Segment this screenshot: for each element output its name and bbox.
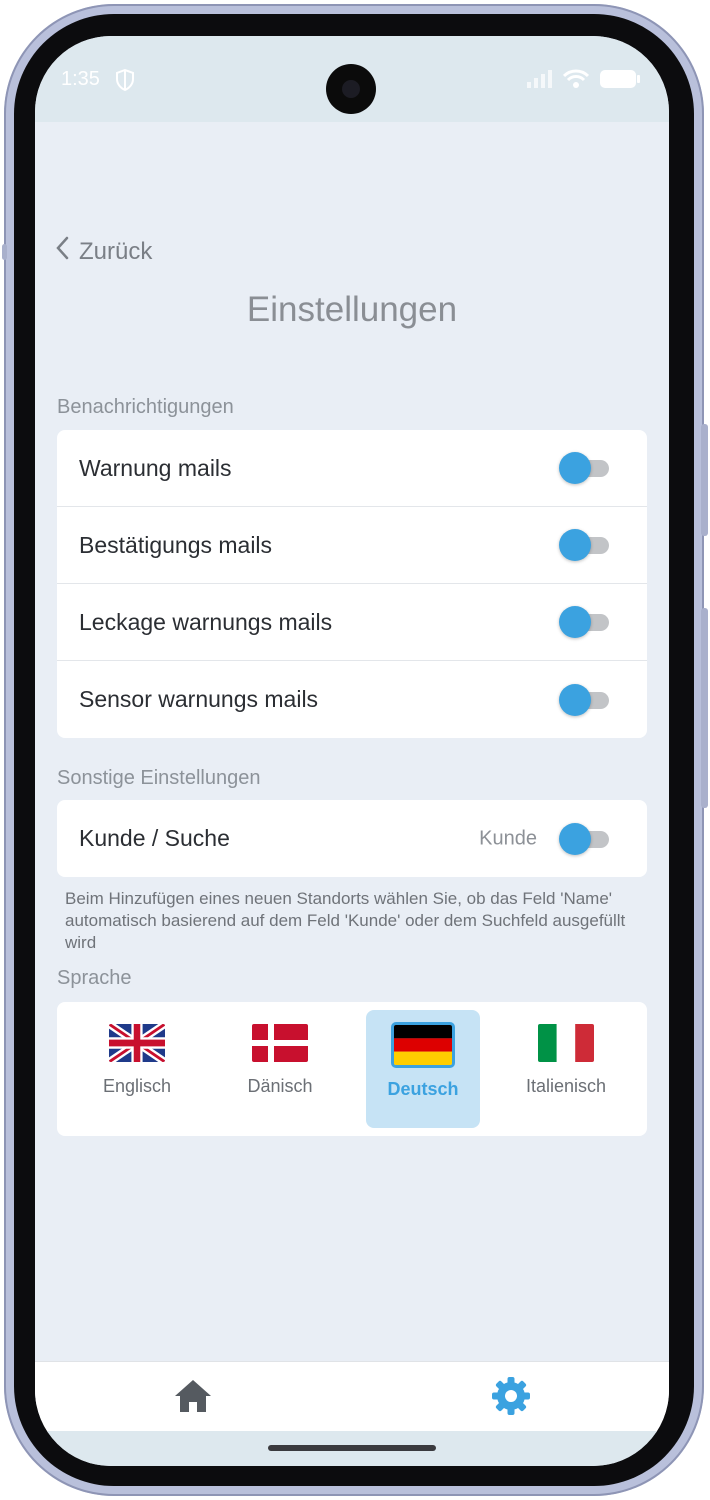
bottom-nav [35, 1361, 669, 1432]
language-option-german[interactable]: Deutsch [366, 1010, 480, 1128]
settings-row-confirmation-mails: Bestätigungs mails [57, 507, 647, 584]
settings-row-warning-mails: Warnung mails [57, 430, 647, 507]
phone-side-button [2, 244, 7, 260]
phone-side-button [701, 424, 708, 536]
language-option-english[interactable]: Englisch [80, 1010, 194, 1128]
settings-gear-icon [489, 1377, 533, 1422]
language-label: Deutsch [387, 1079, 459, 1099]
chevron-left-icon [55, 236, 69, 267]
shield-icon [116, 68, 134, 96]
language-label: Italienisch [525, 1076, 607, 1096]
wifi-icon [562, 69, 590, 94]
back-label: Zurück [79, 237, 153, 265]
front-camera [326, 64, 376, 114]
toggle-thumb [559, 606, 591, 638]
row-label: Warnung mails [79, 454, 232, 481]
row-label: Leckage warnungs mails [79, 608, 333, 635]
language-label: Englisch [102, 1076, 172, 1096]
section-label-notifications: Benachrichtigungen [57, 396, 234, 418]
section-label-other-settings: Sonstige Einstellungen [57, 767, 261, 789]
row-label: Sensor warnungs mails [79, 686, 319, 712]
home-indicator[interactable] [268, 1445, 436, 1451]
help-text: Beim Hinzufügen eines neuen Standorts wä… [65, 889, 626, 952]
language-card: Englisch Dänisch Deutsch Italienisch [57, 1002, 647, 1136]
toggle-thumb [559, 529, 591, 561]
settings-row-customer-search: Kunde / Suche Kunde [57, 800, 647, 877]
toggle-thumb [559, 822, 591, 855]
language-option-danish[interactable]: Dänisch [223, 1010, 337, 1128]
status-icons [527, 69, 641, 94]
page-title: Einstellungen [246, 290, 458, 329]
screen: 1:35 Zurück Einstellungen Benachrichtigu… [35, 36, 669, 1466]
toggle-thumb [559, 452, 591, 484]
toggle-warning-mails[interactable] [559, 452, 609, 484]
notifications-card: Warnung mails Bestätigungs mails Leckage… [57, 430, 647, 738]
battery-icon [599, 69, 641, 94]
row-label: Kunde / Suche [79, 825, 230, 851]
back-button[interactable]: Zurück [55, 236, 152, 267]
status-time: 1:35 [61, 68, 100, 90]
home-bar-zone [35, 1431, 669, 1466]
settings-row-sensor-mails: Sensor warnungs mails [57, 661, 647, 738]
italy-flag-icon [538, 1024, 594, 1062]
denmark-flag-icon [252, 1024, 308, 1062]
home-nav-button[interactable] [171, 1374, 215, 1418]
toggle-leakage-mails[interactable] [559, 606, 609, 638]
toggle-thumb [559, 683, 591, 716]
signal-icon [527, 70, 553, 93]
uk-flag-icon [109, 1024, 165, 1062]
toggle-customer-search[interactable] [559, 822, 609, 855]
germany-flag-icon [391, 1022, 455, 1068]
home-icon [171, 1380, 215, 1422]
language-label: Dänisch [247, 1076, 313, 1096]
section-label-language: Sprache [57, 967, 132, 989]
settings-row-leakage-mails: Leckage warnungs mails [57, 584, 647, 661]
phone-side-button [701, 608, 708, 808]
language-option-italian[interactable]: Italienisch [509, 1010, 623, 1128]
row-label: Bestätigungs mails [79, 531, 273, 558]
settings-nav-button[interactable] [489, 1374, 533, 1418]
toggle-confirmation-mails[interactable] [559, 529, 609, 561]
toggle-sensor-mails[interactable] [559, 683, 609, 716]
status-bar: 1:35 [35, 36, 669, 122]
customer-search-value: Kunde [479, 827, 537, 849]
other-settings-card: Kunde / Suche Kunde [57, 800, 647, 877]
